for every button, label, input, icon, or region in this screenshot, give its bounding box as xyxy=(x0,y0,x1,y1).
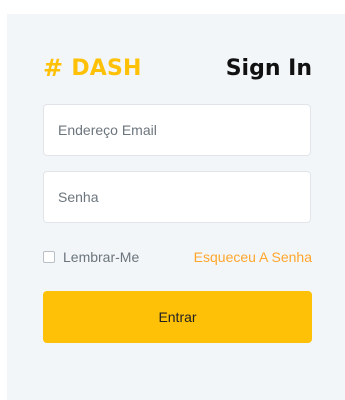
form-header: # DASH Sign In xyxy=(43,52,312,84)
remember-me-option[interactable]: Lembrar-Me xyxy=(43,249,139,265)
page-title: Sign In xyxy=(225,55,312,81)
email-input[interactable] xyxy=(56,121,310,139)
password-field-container xyxy=(43,171,311,223)
password-input[interactable] xyxy=(56,188,310,206)
hash-icon: # xyxy=(43,54,64,82)
checkbox-unchecked-icon[interactable] xyxy=(43,251,55,263)
submit-button[interactable]: Entrar xyxy=(43,291,312,343)
brand-name: DASH xyxy=(71,55,142,81)
brand-logo: # DASH xyxy=(43,56,142,81)
form-options: Lembrar-Me Esqueceu A Senha xyxy=(43,246,312,268)
forgot-password-link[interactable]: Esqueceu A Senha xyxy=(194,249,312,265)
email-field-container xyxy=(43,104,311,156)
remember-me-label: Lembrar-Me xyxy=(63,249,140,265)
